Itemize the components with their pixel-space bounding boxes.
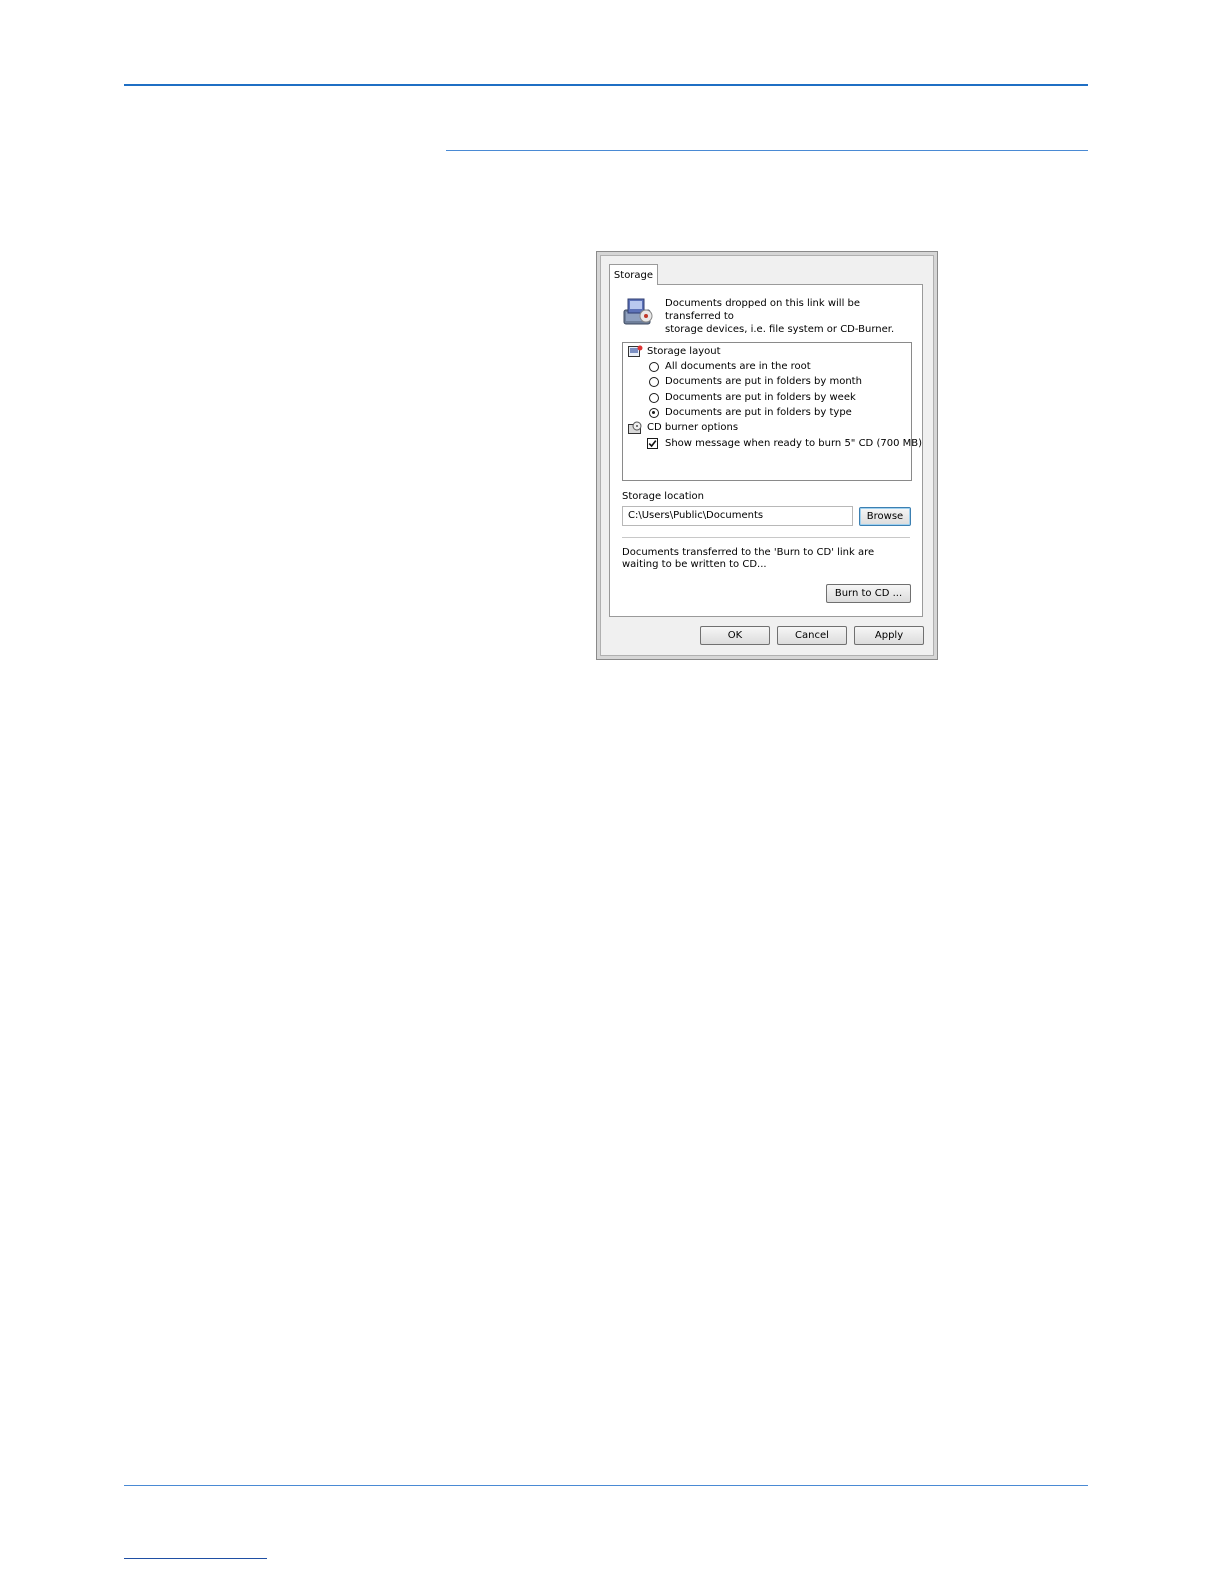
- radio-week[interactable]: [649, 393, 659, 403]
- separator: [622, 537, 910, 538]
- dialog-description: Documents dropped on this link will be t…: [665, 298, 895, 335]
- radio-type[interactable]: [649, 408, 659, 418]
- checkmark-icon: [648, 440, 657, 448]
- radio-root[interactable]: [649, 362, 659, 372]
- option-label-week[interactable]: Documents are put in folders by week: [665, 391, 856, 405]
- browse-button[interactable]: Browse: [859, 507, 911, 526]
- storage-location-label: Storage location: [622, 491, 704, 502]
- option-label-month[interactable]: Documents are put in folders by month: [665, 375, 862, 389]
- burn-note: Documents transferred to the 'Burn to CD…: [622, 547, 875, 570]
- storage-location-input[interactable]: C:\Users\Public\Documents: [622, 506, 853, 526]
- section-rule: [446, 150, 1088, 151]
- show-message-checkbox[interactable]: [647, 438, 658, 449]
- cancel-button[interactable]: Cancel: [777, 626, 847, 645]
- cd-burner-heading: CD burner options: [647, 422, 739, 433]
- radio-month[interactable]: [649, 377, 659, 387]
- show-message-label[interactable]: Show message when ready to burn 5" CD (7…: [665, 437, 922, 451]
- header-rule: [124, 84, 1088, 86]
- storage-device-icon: [623, 298, 653, 325]
- footer-rule: [124, 1485, 1088, 1486]
- burn-to-cd-button[interactable]: Burn to CD ...: [826, 584, 911, 603]
- tab-storage[interactable]: Storage: [609, 264, 658, 285]
- cd-burner-icon: [628, 421, 642, 434]
- option-label-type[interactable]: Documents are put in folders by type: [665, 406, 852, 420]
- ok-button[interactable]: OK: [700, 626, 770, 645]
- apply-button[interactable]: Apply: [854, 626, 924, 645]
- storage-layout-heading: Storage layout: [647, 346, 721, 357]
- footer-link-underline: [124, 1558, 267, 1559]
- storage-layout-icon: [628, 345, 643, 357]
- option-label-root[interactable]: All documents are in the root: [665, 360, 811, 374]
